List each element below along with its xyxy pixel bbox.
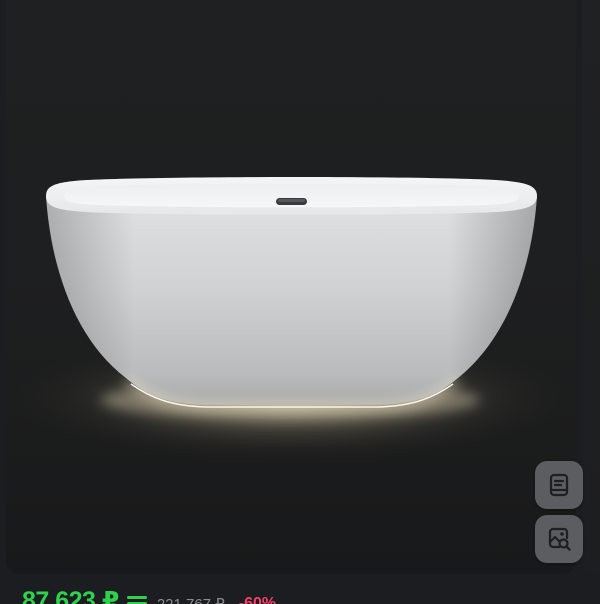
price-row: 87 623 ₽ 221 767 ₽ -60% [22,586,276,604]
installment-icon[interactable] [126,593,147,604]
catalog-button[interactable] [535,461,583,509]
current-price: 87 623 ₽ [22,587,119,604]
image-search-icon [548,527,571,551]
product-page: 87 623 ₽ 221 767 ₽ -60% [0,0,600,604]
product-image-card[interactable] [6,0,576,574]
bathtub-image [6,177,576,468]
next-product-card-edge[interactable] [582,0,600,574]
discount-badge: -60% [238,595,277,604]
book-icon [549,473,569,497]
visual-search-button[interactable] [535,515,583,563]
old-price: 221 767 ₽ [157,595,225,604]
